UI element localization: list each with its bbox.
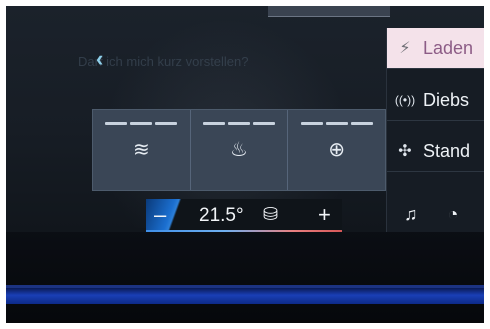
top-tab-strip[interactable] <box>268 6 390 17</box>
faded-prompt: Darf ich mich kurz vorstellen? <box>78 54 249 69</box>
charging-icon: ⚡ <box>399 40 411 57</box>
seat-controls-panel: ≋ ♨ ⊕ <box>92 109 386 191</box>
seat-climate-icon[interactable]: ⛁ <box>263 204 278 225</box>
partial-circle-icon[interactable]: ◔ <box>448 204 459 225</box>
menu-item-label: Laden <box>423 37 474 58</box>
menu-item-diebstahl[interactable]: ((•)) Diebs <box>387 80 484 121</box>
menu-item-stand[interactable]: ✣ Stand <box>387 131 484 172</box>
temperature-increase-button[interactable]: + <box>318 202 331 228</box>
seat-heating-button[interactable]: ♨ <box>191 110 289 190</box>
infotainment-screen: Darf ich mich kurz vorstellen? ‹ ≋ ♨ ⊕ –… <box>6 6 484 232</box>
temperature-decrease-button[interactable]: – <box>154 202 166 228</box>
photo-frame: Darf ich mich kurz vorstellen? ‹ ≋ ♨ ⊕ –… <box>6 6 484 323</box>
level-indicator <box>300 122 373 125</box>
seat-ventilation-icon: ≋ <box>132 139 150 161</box>
chevron-left-icon[interactable]: ‹ <box>96 46 103 72</box>
climate-bar: – 21.5° ⛁ + <box>146 199 342 232</box>
fan-icon: ✣ <box>398 143 412 160</box>
menu-item-laden[interactable]: ⚡ Laden <box>387 28 484 69</box>
seat-heating-icon: ♨ <box>230 139 248 161</box>
music-note-icon[interactable]: ♫ <box>404 204 418 225</box>
temperature-value: 21.5° <box>199 205 244 226</box>
steering-wheel-heating-icon: ⊕ <box>328 139 346 161</box>
bottom-shortcut-bar: ♫ ◔ <box>386 196 484 232</box>
temperature-gradient-line <box>146 230 342 232</box>
level-indicator <box>105 122 178 125</box>
level-indicator <box>203 122 275 125</box>
menu-item-label: Stand <box>423 140 471 161</box>
menu-item-label: Diebs <box>423 89 470 110</box>
steering-wheel-heating-button[interactable]: ⊕ <box>288 110 385 190</box>
climate-bar-bg <box>146 199 342 232</box>
anti-theft-icon: ((•)) <box>394 93 416 107</box>
ambient-light-strip <box>6 288 484 304</box>
seat-ventilation-button[interactable]: ≋ <box>93 110 191 190</box>
